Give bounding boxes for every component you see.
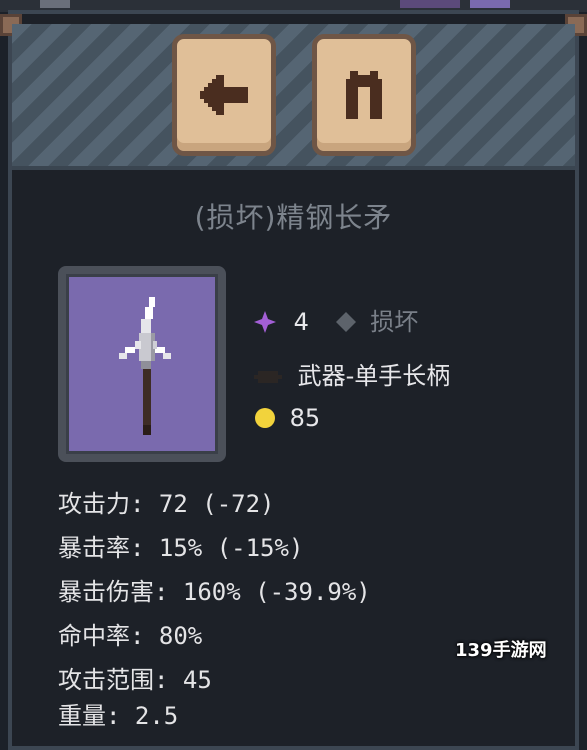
type-row: 武器-单手长柄 [254, 356, 450, 391]
back-button[interactable] [172, 34, 276, 156]
stat-crit-rate-value: 15% (-15%) [144, 534, 304, 562]
stat-crit-rate: 暴击率: 15% (-15%) [58, 528, 303, 563]
price-row: 85 [254, 404, 320, 432]
stat-attack: 攻击力: 72 (-72) [58, 484, 275, 519]
item-level: 4 [293, 308, 309, 336]
watermark: 139手游网 [455, 640, 547, 661]
item-name: (损坏)精钢长矛 [194, 201, 393, 234]
spear-icon [119, 297, 171, 435]
item-condition: 损坏 [370, 308, 419, 336]
stat-accuracy-value: 80% [144, 622, 203, 650]
stat-crit-damage-value: 160% (-39.9%) [168, 578, 371, 606]
panel-header [12, 24, 575, 170]
stat-crit-rate-label: 暴击率: [58, 534, 145, 562]
item-type: 武器-单手长柄 [297, 362, 451, 390]
stat-attack-value: 72 (-72) [144, 490, 275, 518]
stat-range: 攻击范围: 45 [58, 660, 212, 695]
level-star-icon [254, 311, 276, 333]
level-row: 4 损坏 [254, 302, 418, 337]
stat-weight: 重量: 2.5 [58, 696, 178, 731]
item-image [66, 274, 218, 454]
stat-range-value: 45 [168, 666, 212, 694]
stat-crit-damage: 暴击伤害: 160% (-39.9%) [58, 572, 371, 607]
stat-accuracy: 命中率: 80% [58, 616, 202, 651]
stat-weight-value: 2.5 [120, 702, 179, 730]
arrow-left-icon [200, 75, 248, 115]
stat-attack-label: 攻击力: [58, 490, 145, 518]
item-slot [58, 266, 226, 462]
equip-button[interactable] [312, 34, 416, 156]
weapon-type-icon [254, 371, 282, 383]
stat-range-label: 攻击范围: [58, 666, 169, 694]
stat-weight-label: 重量: [58, 702, 121, 730]
armor-icon [346, 71, 382, 119]
condition-gem-icon [335, 312, 356, 332]
coin-icon [255, 408, 275, 428]
stat-accuracy-label: 命中率: [58, 622, 145, 650]
item-price: 85 [289, 404, 321, 432]
stat-crit-damage-label: 暴击伤害: [58, 578, 169, 606]
